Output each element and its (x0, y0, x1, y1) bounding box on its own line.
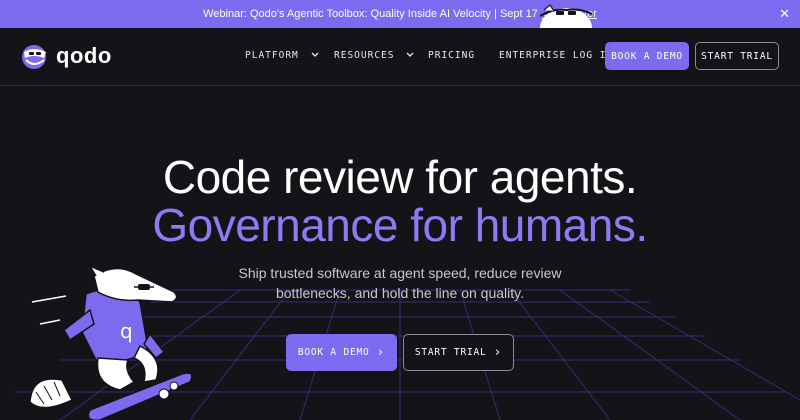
header-book-demo-button[interactable]: BOOK A DEMO (605, 42, 689, 70)
nav-platform-label: PLATFORM (245, 50, 299, 61)
mascot-peek-icon (539, 4, 593, 28)
hero-book-demo-button[interactable]: BOOK A DEMO › (286, 334, 397, 371)
hero-subtitle: Ship trusted software at agent speed, re… (200, 263, 600, 303)
banner-message: Webinar: Qodo's Agentic Toolbox: Quality… (203, 8, 538, 20)
nav-enterprise-login[interactable]: ENTERPRISE LOG IN (499, 50, 613, 61)
logo[interactable]: qodo (20, 42, 112, 70)
chevron-down-icon (311, 52, 318, 57)
hero-book-demo-label: BOOK A DEMO (297, 347, 370, 358)
hero-subtitle-line-2: bottlenecks, and hold the line on qualit… (275, 285, 525, 301)
hero-title-line-2: Governance for humans. (152, 199, 648, 251)
hero-start-trial-button[interactable]: START TRIAL › (403, 334, 514, 371)
nav-platform[interactable]: PLATFORM (245, 50, 319, 61)
anteater-skater-illustration: q (29, 264, 193, 420)
banner-close-icon[interactable]: ✕ (779, 6, 790, 22)
chevron-right-icon: › (493, 345, 503, 360)
logo-mascot-icon (22, 45, 46, 69)
chevron-down-icon (406, 52, 414, 57)
svg-text:q: q (120, 319, 133, 343)
nav-resources-label: RESOURCES (334, 50, 395, 61)
header-start-trial-button[interactable]: START TRIAL (695, 42, 779, 70)
hero-start-trial-label: START TRIAL (414, 347, 487, 358)
nav-resources[interactable]: RESOURCES (334, 50, 414, 61)
hero-subtitle-line-1: Ship trusted software at agent speed, re… (238, 265, 562, 281)
hero-title-line-1: Code review for agents. (162, 151, 638, 203)
logo-wordmark: qodo (56, 43, 112, 68)
announcement-banner: Webinar: Qodo's Agentic Toolbox: Quality… (0, 0, 800, 28)
nav-pricing[interactable]: PRICING (428, 50, 475, 61)
site-header: qodo PLATFORM RESOURCES PRICING ENTERPRI… (0, 28, 800, 86)
chevron-right-icon: › (376, 345, 386, 360)
